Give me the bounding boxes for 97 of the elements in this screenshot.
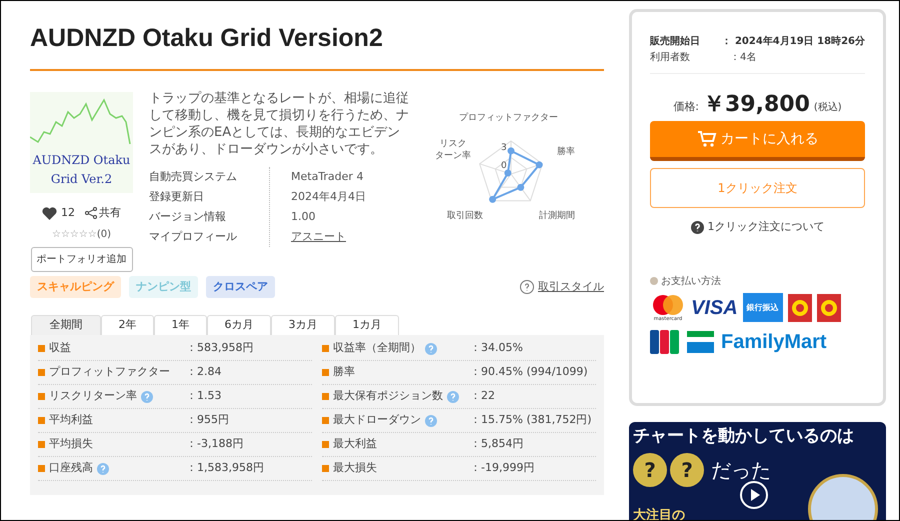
info-label: マイプロフィール — [149, 228, 238, 245]
bullet-icon — [322, 441, 329, 448]
info-label: バージョン情報 — [149, 208, 227, 225]
stat-value: ：34.05% — [470, 340, 523, 356]
radar-tick-label: 0 — [501, 160, 507, 173]
bullet-icon — [38, 369, 45, 376]
radar-grid — [479, 140, 543, 202]
tax-note: (税込) — [814, 100, 842, 115]
bullet-icon — [650, 277, 658, 285]
stat-label: プロフィットファクター — [49, 364, 170, 380]
radar-axis-label: 取引回数 — [447, 210, 483, 222]
help-icon — [520, 280, 534, 294]
visa-logo: VISA — [691, 296, 738, 320]
radar-axis-label: プロフィットファクター — [459, 112, 558, 124]
product-description: トラップの基準となるレートが、相場に追従して移動し、機を見て損切りを行うため、ナンピン系のEAとしては、長期的なエビデンスがあり、ドローダウンが小さいです。 — [149, 90, 410, 158]
question-coin: ? — [633, 453, 667, 488]
price-label: 価格: — [673, 98, 699, 114]
bullet-icon — [38, 345, 45, 352]
image-caption: AUDNZD Otaku — [32, 152, 130, 169]
period-tab[interactable]: 2年 — [101, 315, 154, 335]
period-tab[interactable]: 全期間 — [31, 315, 101, 335]
stat-value: ：583,958円 — [186, 340, 254, 356]
info-value: 2024年4月4日 — [291, 188, 366, 205]
star-rating: ☆☆☆☆☆ — [52, 228, 97, 242]
cart-icon — [696, 130, 716, 148]
stat-label: 最大ドローダウン — [333, 412, 421, 428]
familymart-logo: FamilyMart — [721, 330, 827, 354]
price-value: ￥39,800 — [703, 92, 810, 118]
stat-label: 勝率 — [333, 364, 355, 380]
banner-text: だった — [711, 457, 771, 484]
stat-label: 収益率（全期間） — [333, 340, 421, 356]
one-click-help-link[interactable]: 1クリック注文について — [708, 219, 824, 236]
bullet-icon — [322, 345, 329, 352]
bullet-icon — [38, 417, 45, 424]
stat-label: 最大損失 — [333, 460, 377, 476]
stat-label: 最大利益 — [333, 436, 377, 452]
radar-axis-label: リスク — [440, 138, 466, 150]
daily-yamazaki-logo — [816, 294, 841, 322]
heart-icon[interactable] — [42, 206, 57, 220]
jcb-logo — [650, 330, 680, 354]
bank-transfer-logo: 銀行振込 — [742, 293, 783, 322]
stat-label: 平均利益 — [49, 412, 93, 428]
bullet-icon — [38, 441, 45, 448]
stat-value: ：22 — [470, 388, 495, 404]
bullet-icon — [322, 417, 329, 424]
payment-title: お支払い方法 — [661, 274, 721, 288]
stat-value: ：-19,999円 — [470, 460, 534, 476]
stat-value: ：15.75% (381,752円) — [470, 412, 592, 428]
trade-style-link[interactable]: 取引スタイル — [538, 278, 604, 296]
stat-label: リスクリターン率 — [49, 388, 137, 404]
bullet-icon — [322, 465, 329, 472]
portfolio-add-button[interactable]: ポートフォリオ追加 — [30, 247, 132, 272]
stat-value: ：5,854円 — [470, 436, 524, 452]
radar-axis-label: 勝率 — [557, 146, 575, 158]
period-tab[interactable]: 3カ月 — [271, 315, 335, 335]
sale-info-value: ：4名 — [730, 50, 756, 64]
bullet-icon — [38, 465, 45, 472]
sale-info-label: 販売開始日 — [650, 34, 701, 48]
help-icon — [690, 220, 704, 234]
daily-yamazaki-logo — [788, 294, 812, 322]
like-count: 12 — [61, 204, 75, 221]
info-value: 1.00 — [291, 208, 316, 225]
share-icon — [85, 207, 97, 220]
rating-count: (0) — [96, 228, 111, 242]
familymart-stripes-icon — [687, 330, 714, 352]
radar-axis-label: 計測期間 — [539, 210, 575, 222]
question-coin: ? — [670, 453, 704, 488]
play-icon — [739, 480, 769, 510]
banner-headline: チャートを動かしているのは — [633, 424, 855, 448]
radar-axis-label: ターン率 — [435, 150, 471, 162]
info-value: MetaTrader 4 — [291, 168, 364, 185]
profile-link[interactable]: アスニート — [291, 228, 346, 246]
stat-label: 最大保有ポジション数 — [333, 388, 443, 404]
stat-value: ：955円 — [186, 412, 229, 428]
info-label: 自動売買システム — [149, 168, 238, 185]
stat-label: 平均損失 — [49, 436, 93, 452]
radar-tick-label: 3 — [501, 142, 507, 155]
stat-value: ：-3,188円 — [186, 436, 244, 452]
stat-label: 収益 — [49, 340, 71, 356]
page-title: AUDNZD Otaku Grid Version2 — [30, 23, 384, 54]
stat-value: ：1,583,958円 — [186, 460, 264, 476]
sale-info-value: ： 2024年4月19日 18時26分 — [721, 34, 865, 48]
share-link[interactable]: 共有 — [85, 204, 121, 222]
stat-label: 口座残高 — [49, 460, 93, 476]
image-caption: Grid Ver.2 — [50, 170, 112, 188]
bullet-icon — [322, 369, 329, 376]
period-tab[interactable]: 6カ月 — [207, 315, 271, 335]
stat-value: ：90.45% (994/1099) — [470, 364, 588, 380]
stat-value: ：1.53 — [186, 388, 222, 404]
bullet-icon — [38, 393, 45, 400]
period-tab[interactable]: 1カ月 — [335, 315, 399, 335]
period-tab[interactable]: 1年 — [154, 315, 207, 335]
bullet-icon — [322, 393, 329, 400]
info-label: 登録更新日 — [149, 188, 205, 205]
stat-value: ：2.84 — [186, 364, 222, 380]
sale-info-label: 利用者数 — [650, 50, 691, 64]
tag[interactable]: クロスペア — [206, 276, 275, 298]
